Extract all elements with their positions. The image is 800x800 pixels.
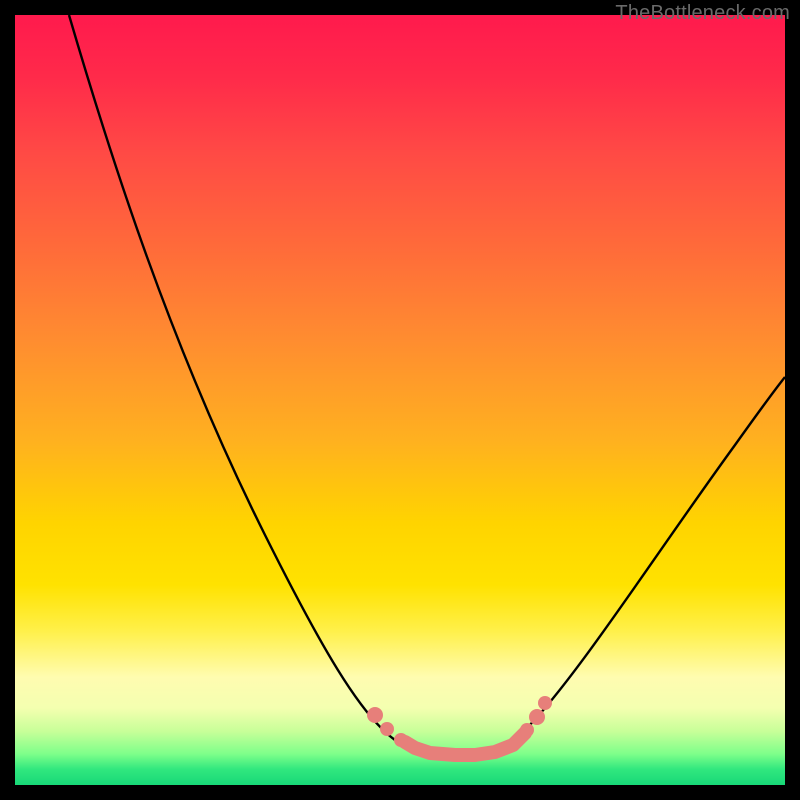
watermark-text: TheBottleneck.com [615,2,790,25]
curve-right-limb [460,377,785,755]
dip-marker-dot [380,722,394,736]
dip-marker-dot [367,707,383,723]
dip-marker-dot [394,733,408,747]
dip-marker-dot [529,709,545,725]
curve-left-limb [69,15,460,755]
bottleneck-curve [15,15,785,785]
chart-frame [15,15,785,785]
dip-marker-band [405,733,525,755]
dip-marker-dot [520,723,534,737]
dip-marker-dot [538,696,552,710]
